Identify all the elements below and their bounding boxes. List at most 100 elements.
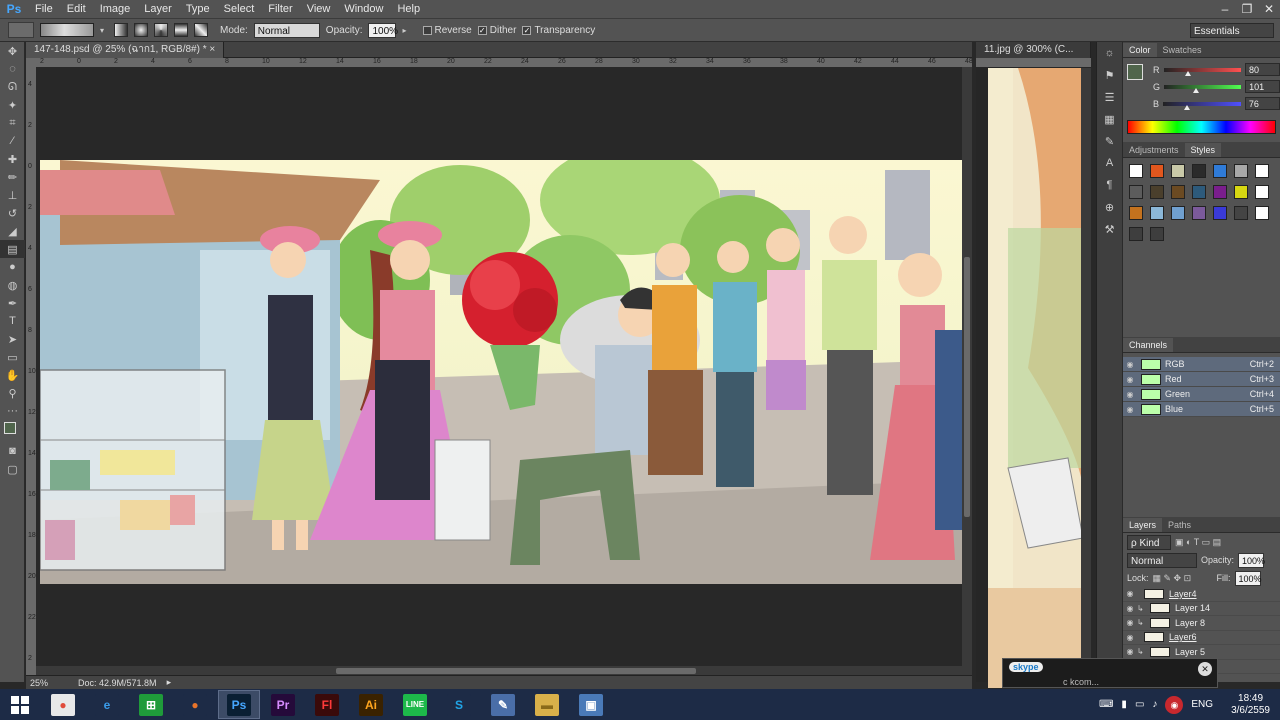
volume-icon[interactable]: ♪: [1152, 699, 1157, 710]
blend-mode-select[interactable]: Normal: [1127, 552, 1197, 568]
marquee-tool-icon[interactable]: ◌: [0, 60, 25, 78]
workspace-select[interactable]: Essentials: [1190, 23, 1274, 38]
close-icon[interactable]: ✕: [1198, 662, 1212, 676]
radial-gradient-button[interactable]: [134, 23, 148, 37]
style-swatch[interactable]: [1129, 206, 1143, 220]
eye-icon[interactable]: ◉: [1123, 360, 1137, 369]
move-tool-icon[interactable]: ✥: [0, 42, 25, 60]
channel-value-field[interactable]: 101: [1245, 80, 1280, 93]
opacity-dropdown-icon[interactable]: ▸: [402, 26, 406, 35]
chevron-down-icon[interactable]: ▾: [100, 26, 108, 35]
fg-color-chip[interactable]: [1127, 64, 1143, 80]
taskbar-skype[interactable]: S: [438, 690, 480, 719]
style-swatch[interactable]: [1171, 185, 1185, 199]
character-panel-icon[interactable]: A: [1097, 152, 1122, 174]
eye-icon[interactable]: ◉: [1123, 604, 1137, 613]
zoom-tool-icon[interactable]: ⚲: [0, 384, 25, 402]
quick-mask-icon[interactable]: ◙: [0, 442, 25, 460]
dither-check-box[interactable]: ✓: [477, 25, 487, 35]
linear-gradient-button[interactable]: [114, 23, 128, 37]
foreground-color-swatch[interactable]: [4, 422, 16, 434]
menu-filter[interactable]: Filter: [261, 3, 299, 15]
layer-row[interactable]: ◉ Layer4: [1123, 587, 1280, 602]
style-swatch[interactable]: [1213, 185, 1227, 199]
gradient-tool-icon[interactable]: ▤: [0, 240, 25, 258]
style-swatch[interactable]: [1213, 206, 1227, 220]
color-slider[interactable]: [1163, 101, 1241, 110]
eyedropper-tool-icon[interactable]: ⁄: [0, 132, 25, 150]
taskbar-internet-explorer[interactable]: e: [86, 690, 128, 719]
tab-swatches[interactable]: Swatches: [1157, 43, 1208, 57]
angle-gradient-button[interactable]: [154, 23, 168, 37]
h-scrollbar-thumb[interactable]: [336, 668, 696, 674]
color-slider[interactable]: [1163, 67, 1241, 76]
color-slider[interactable]: [1164, 84, 1242, 93]
mode-select[interactable]: Normal: [253, 22, 320, 38]
layer-fill-field[interactable]: 100%: [1234, 570, 1262, 586]
menu-file[interactable]: File: [28, 3, 60, 15]
layer-row[interactable]: ◉ ↳ Layer 14: [1123, 602, 1280, 616]
doc2-scrollbar[interactable]: [1081, 68, 1091, 668]
maximize-button[interactable]: ❐: [1236, 0, 1258, 19]
menu-window[interactable]: Window: [337, 3, 390, 15]
properties-panel-icon[interactable]: ☰: [1097, 86, 1122, 108]
menu-type[interactable]: Type: [179, 3, 217, 15]
taskbar-file-explorer[interactable]: ▬: [526, 690, 568, 719]
taskbar-flash[interactable]: Fl: [306, 690, 348, 719]
antivirus-icon[interactable]: ◉: [1165, 695, 1184, 714]
path-selection-icon[interactable]: ➤: [0, 330, 25, 348]
taskbar-photos[interactable]: ▣: [570, 690, 612, 719]
tab-adjustments[interactable]: Adjustments: [1123, 143, 1185, 157]
doc-tab-main[interactable]: 147-148.psd @ 25% (ฉาก1, RGB/8#) * ×: [26, 41, 225, 58]
tab-styles[interactable]: Styles: [1184, 143, 1222, 157]
pen-tool-icon[interactable]: ✒: [0, 294, 25, 312]
gradient-picker[interactable]: [40, 23, 94, 37]
lock-icons[interactable]: ▦ ✎ ✥ ⊡: [1153, 573, 1213, 584]
style-swatch[interactable]: [1129, 164, 1143, 178]
tab-paths[interactable]: Paths: [1162, 518, 1197, 532]
style-swatch[interactable]: [1192, 164, 1206, 178]
taskbar-firefox[interactable]: ●: [174, 690, 216, 719]
style-swatch[interactable]: [1150, 164, 1164, 178]
dither-checkbox[interactable]: ✓ Dither: [477, 25, 516, 36]
eye-icon[interactable]: ◉: [1123, 647, 1137, 656]
more-tools-icon[interactable]: ···: [0, 402, 25, 420]
menu-select[interactable]: Select: [217, 3, 262, 15]
taskbar-illustrator[interactable]: Ai: [350, 690, 392, 719]
layer-row[interactable]: ◉ Layer6: [1123, 631, 1280, 645]
taskbar-store[interactable]: ⊞: [130, 690, 172, 719]
slider-handle[interactable]: [1184, 104, 1191, 110]
opacity-field[interactable]: 100%: [368, 22, 398, 38]
style-swatch[interactable]: [1150, 185, 1164, 199]
clone-stamp-icon[interactable]: ⊥: [0, 186, 25, 204]
paragraph-panel-icon[interactable]: ¶: [1097, 174, 1122, 196]
menu-edit[interactable]: Edit: [60, 3, 93, 15]
style-swatch[interactable]: [1150, 227, 1164, 241]
channel-row-blue[interactable]: ◉ Blue Ctrl+5: [1123, 402, 1280, 417]
healing-brush-icon[interactable]: ✚: [0, 150, 25, 168]
eraser-tool-icon[interactable]: ◢: [0, 222, 25, 240]
style-swatch[interactable]: [1255, 164, 1269, 178]
clone-source-icon[interactable]: ⊕: [1097, 196, 1122, 218]
dodge-tool-icon[interactable]: ◍: [0, 276, 25, 294]
skype-notification[interactable]: skype ✕ c kcom...: [1002, 658, 1218, 688]
menu-layer[interactable]: Layer: [137, 3, 179, 15]
brush-tool-icon[interactable]: ✏: [0, 168, 25, 186]
canvas-artwork[interactable]: [40, 160, 962, 584]
minimize-button[interactable]: –: [1214, 0, 1236, 19]
reflected-gradient-button[interactable]: [174, 23, 188, 37]
start-button[interactable]: [0, 690, 40, 719]
style-swatch[interactable]: [1234, 185, 1248, 199]
eye-icon[interactable]: ◉: [1123, 405, 1137, 414]
eye-icon[interactable]: ◉: [1123, 375, 1137, 384]
clock[interactable]: 18:49 3/6/2559: [1231, 693, 1270, 717]
eye-icon[interactable]: ◉: [1123, 390, 1137, 399]
network-icon[interactable]: ▮: [1121, 699, 1127, 710]
layer-opacity-field[interactable]: 100%: [1238, 552, 1265, 568]
channel-row-red[interactable]: ◉ Red Ctrl+3: [1123, 372, 1280, 387]
transparency-check-box[interactable]: ✓: [522, 25, 532, 35]
style-swatch[interactable]: [1150, 206, 1164, 220]
status-arrow-icon[interactable]: ▸: [167, 677, 172, 688]
scrollbar-thumb[interactable]: [964, 257, 970, 517]
screen-mode-icon[interactable]: ▢: [0, 460, 25, 478]
